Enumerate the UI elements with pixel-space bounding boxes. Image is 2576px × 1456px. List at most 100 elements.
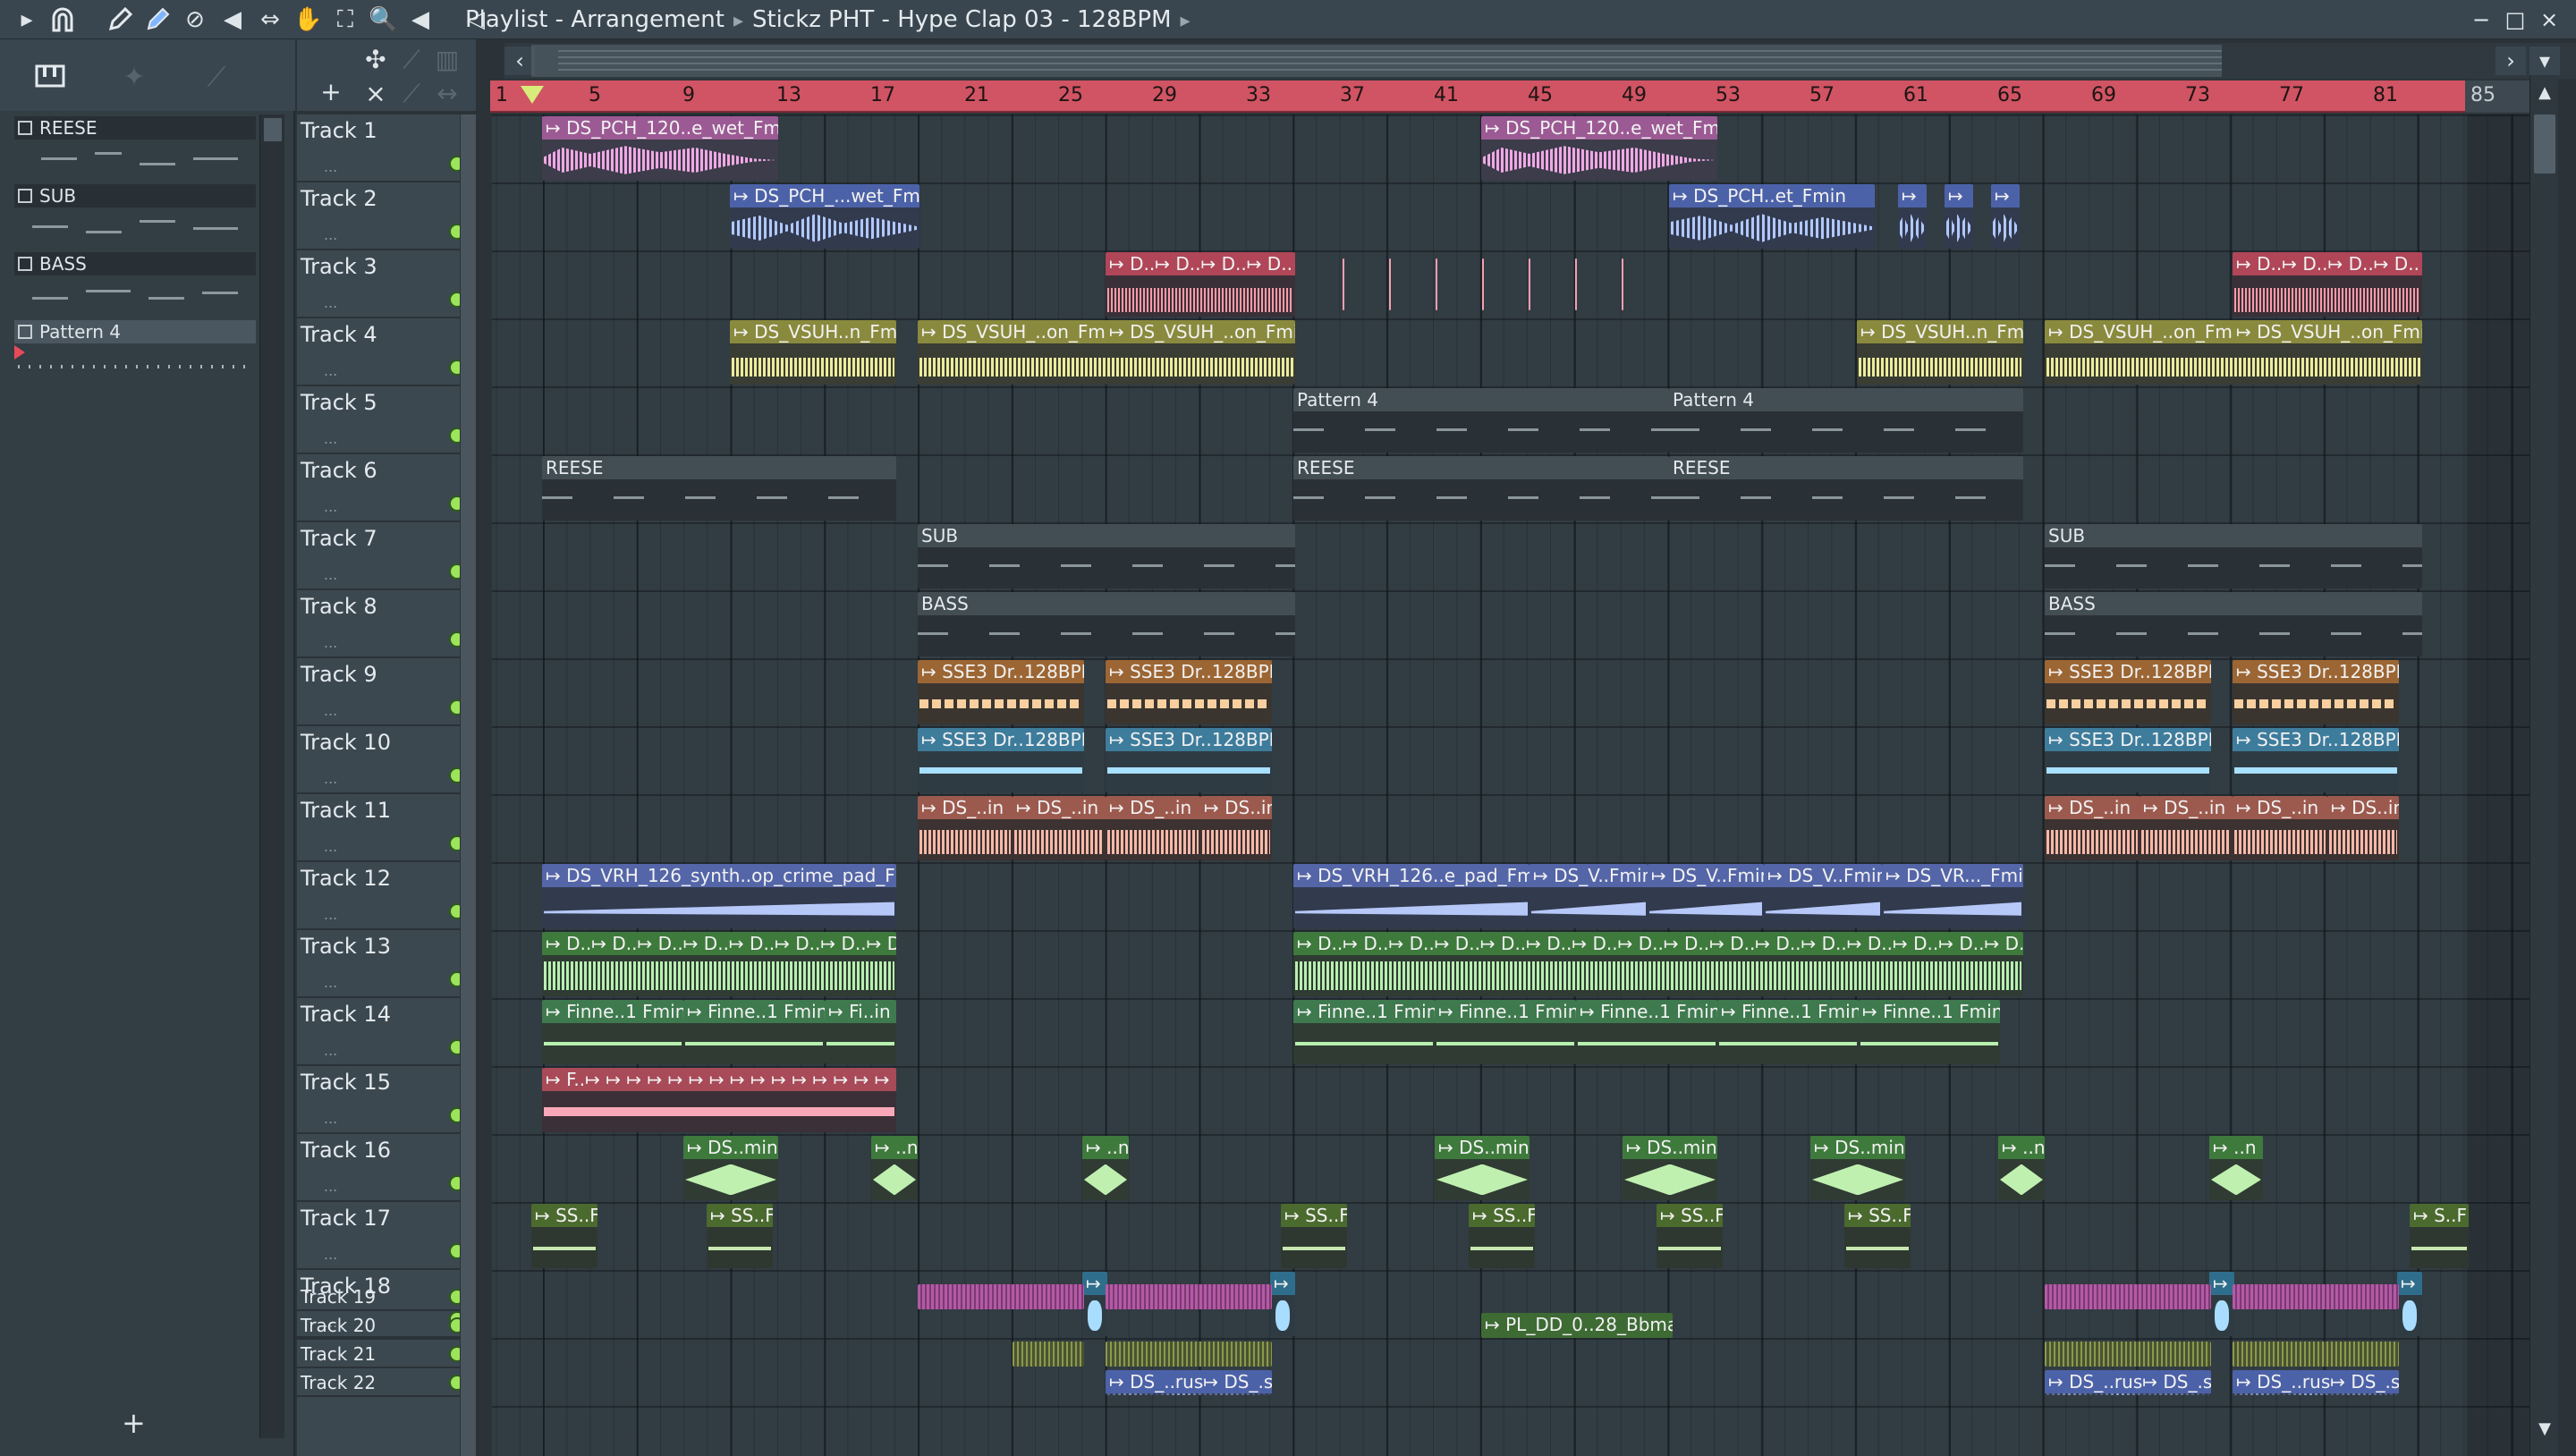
playlist-clip[interactable]: ↦ DS..min [1810,1136,1905,1200]
playlist-clip[interactable]: ↦ DS..min [1435,1136,1530,1200]
playlist-clip[interactable]: BASS [2045,592,2422,656]
mute-icon[interactable]: ◀ [218,5,247,34]
scroll-thumb[interactable] [2534,114,2555,174]
playlist-clip[interactable]: ↦ DS..min [683,1136,778,1200]
close-track-icon[interactable]: × [360,79,392,109]
playlist-clip[interactable]: ↦ ..n [871,1136,918,1200]
playlist-clip[interactable]: ↦ SSE3 Dr..128BPM [2045,660,2211,724]
playlist-clip[interactable]: ↦ [2209,1272,2234,1336]
track-header[interactable]: Track 17... [297,1202,476,1270]
select-icon[interactable]: ⛶ [331,5,360,34]
track-header-grip[interactable] [460,114,476,1456]
playlist-clip[interactable]: ↦ DS_VSUH..n_Fmin [730,320,896,385]
playlist-clip[interactable]: ↦ DS_..rus↦ DS_.s [1106,1370,1272,1395]
playlist-clip[interactable]: ↦ Finne..1 Fmin [1717,1000,1859,1064]
track-header[interactable]: Track 8... [297,590,476,658]
picker-scrollbar[interactable] [259,114,284,1438]
playlist-clip[interactable]: ↦ SS..F [1844,1204,1911,1268]
playlist-clip[interactable]: ↦ SSE3 Dr..128BPM [1106,728,1272,792]
playlist-clip[interactable]: REESE [542,456,896,521]
playlist-clip[interactable]: ↦ DS_..in [918,796,1013,860]
playlist-clip[interactable]: ↦ SSE3 Dr..128BPM [1106,660,1272,724]
playlist-clip[interactable] [1338,252,1349,317]
track-header[interactable]: Track 2... [297,182,476,250]
playlist-clip[interactable] [1571,252,1581,317]
playlist-clip[interactable]: ↦ SS..F [1281,1204,1347,1268]
playlist-clip[interactable]: ↦ D..↦ D..↦ D..↦ D.. [2233,252,2422,317]
playlist-clip[interactable] [2233,1342,2399,1367]
playlist-clip[interactable]: ↦ Finne..1 Fmin [542,1000,683,1064]
add-pattern-button[interactable]: + [122,1406,146,1440]
playlist-clip[interactable]: ↦ DS_..in [2233,796,2327,860]
playlist-clip[interactable]: ↦ DS_VR..._Fmin [1882,864,2023,928]
scroll-left-button[interactable]: ‹ [504,47,535,75]
playlist-clip[interactable]: ↦ DS_V..Fmin [1764,864,1882,928]
playlist-clip[interactable]: ↦ Finne..1 Fmin [1293,1000,1435,1064]
playhead-marker[interactable] [521,86,544,104]
playlist-clip[interactable]: ↦ D..↦ D..↦ D..↦ D..↦ D..↦ D..↦ D..↦ D..… [1293,932,2023,996]
track-header[interactable]: Track 12... [297,862,476,930]
playlist-clip[interactable] [1478,252,1488,317]
piano-icon[interactable] [32,63,68,93]
track-header[interactable]: Track 22 [297,1368,476,1397]
draw-icon[interactable]: ⟋ [395,79,428,109]
track-header[interactable]: Track 14... [297,998,476,1066]
picker-scroll-thumb[interactable] [264,118,282,141]
playlist-clip[interactable]: ↦ SSE3 Dr..128BPM [2233,728,2399,792]
playlist-clip[interactable]: ↦ DS..in [1200,796,1272,860]
picker-item-sub[interactable]: SUB [14,184,256,252]
playlist-clip[interactable]: ↦ SSE3 Dr..128BPM [2233,660,2399,724]
zoom-icon[interactable]: 🔍 [369,5,397,34]
playlist-clip[interactable]: ↦ D..↦ D..↦ D..↦ D..↦ D..↦ D..↦ D..↦ D..… [542,932,896,996]
track-header[interactable]: Track 15... [297,1066,476,1134]
picker-item-reese[interactable]: REESE [14,116,256,184]
timeline-ruler[interactable]: 1 5 9 13 17 21 25 29 33 37 41 45 49 53 5… [490,80,2465,113]
track-header[interactable]: Track 1... [297,114,476,182]
playlist-clip[interactable]: ↦ Finne..1 Fmin [1435,1000,1576,1064]
magnet-icon[interactable] [48,5,77,34]
pencil-icon[interactable] [106,5,134,34]
playlist-clip[interactable]: ↦ ..n [1998,1136,2045,1200]
playlist-clip[interactable]: ↦ SSE3 Dr..128BPM [918,660,1084,724]
playlist-clip[interactable]: ↦ [1945,184,1973,249]
automation-icon[interactable]: ⟋ [199,63,234,93]
playlist-clip[interactable]: ↦ Finne..1 Fmin [1576,1000,1717,1064]
scroll-down-button[interactable]: ▼ [2532,1417,2557,1442]
playlist-clip[interactable]: Pattern 4 [1669,388,2023,453]
scroll-right-button[interactable]: › [2496,47,2526,75]
playlist-clip[interactable] [1524,252,1535,317]
track-header[interactable]: Track 5... [297,386,476,454]
playlist-clip[interactable]: ↦ F..↦ ↦ ↦ ↦ ↦ ↦ ↦ ↦ ↦ ↦ ↦ ↦ ↦ ↦ ↦ [542,1068,896,1132]
playlist-clip[interactable] [1106,1284,1272,1309]
picker-item-pattern-4[interactable]: Pattern 4 [14,320,256,388]
playlist-clip[interactable]: SUB [918,524,1295,588]
resize-icon[interactable]: ↔ [431,79,463,109]
playlist-clip[interactable] [2045,1284,2211,1309]
track-header[interactable]: Track 9... [297,658,476,726]
breadcrumb-current[interactable]: Stickz PHT - Hype Clap 03 - 128BPM [752,4,1172,35]
playlist-clip[interactable]: ↦ [1270,1272,1295,1336]
add-track-icon[interactable]: + [315,77,347,107]
playlist-clip[interactable] [918,1284,1084,1309]
playback-icon[interactable]: ◀ [406,5,435,34]
playlist-clip[interactable]: ↦ DS..min [1623,1136,1717,1200]
playlist-clip[interactable]: ↦ DS_PCH_120..e_wet_Fmin [1481,116,1717,181]
track-header[interactable]: Track 13... [297,930,476,998]
playlist-clip[interactable]: ↦ SS..F [707,1204,773,1268]
track-header[interactable]: Track 10... [297,726,476,794]
playlist-clip[interactable]: ↦ DS_..in [1013,796,1106,860]
slip-icon[interactable]: ⇔ [256,5,284,34]
playlist-clip[interactable]: ↦ DS..in [2327,796,2399,860]
playlist-clip[interactable]: ↦ S..F [2410,1204,2469,1268]
track-header[interactable]: Track 21 [297,1340,476,1368]
playlist-clip[interactable]: ↦ DS_V..Fmin [1648,864,1764,928]
link-icon[interactable]: ⟋ [395,45,428,75]
scroll-up-button[interactable]: ▲ [2532,80,2557,106]
playlist-clip[interactable] [1431,252,1442,317]
track-header[interactable]: Track 4... [297,318,476,386]
play-icon[interactable]: ▸ [13,5,41,34]
playlist-clip[interactable]: ↦ DS_VSUH_..on_Fmin [2233,320,2422,385]
playlist-clip[interactable]: ↦ DS_PCH_...wet_Fmin [730,184,919,249]
track-header[interactable]: Track 20 [297,1311,476,1340]
picker-item-bass[interactable]: BASS [14,252,256,320]
